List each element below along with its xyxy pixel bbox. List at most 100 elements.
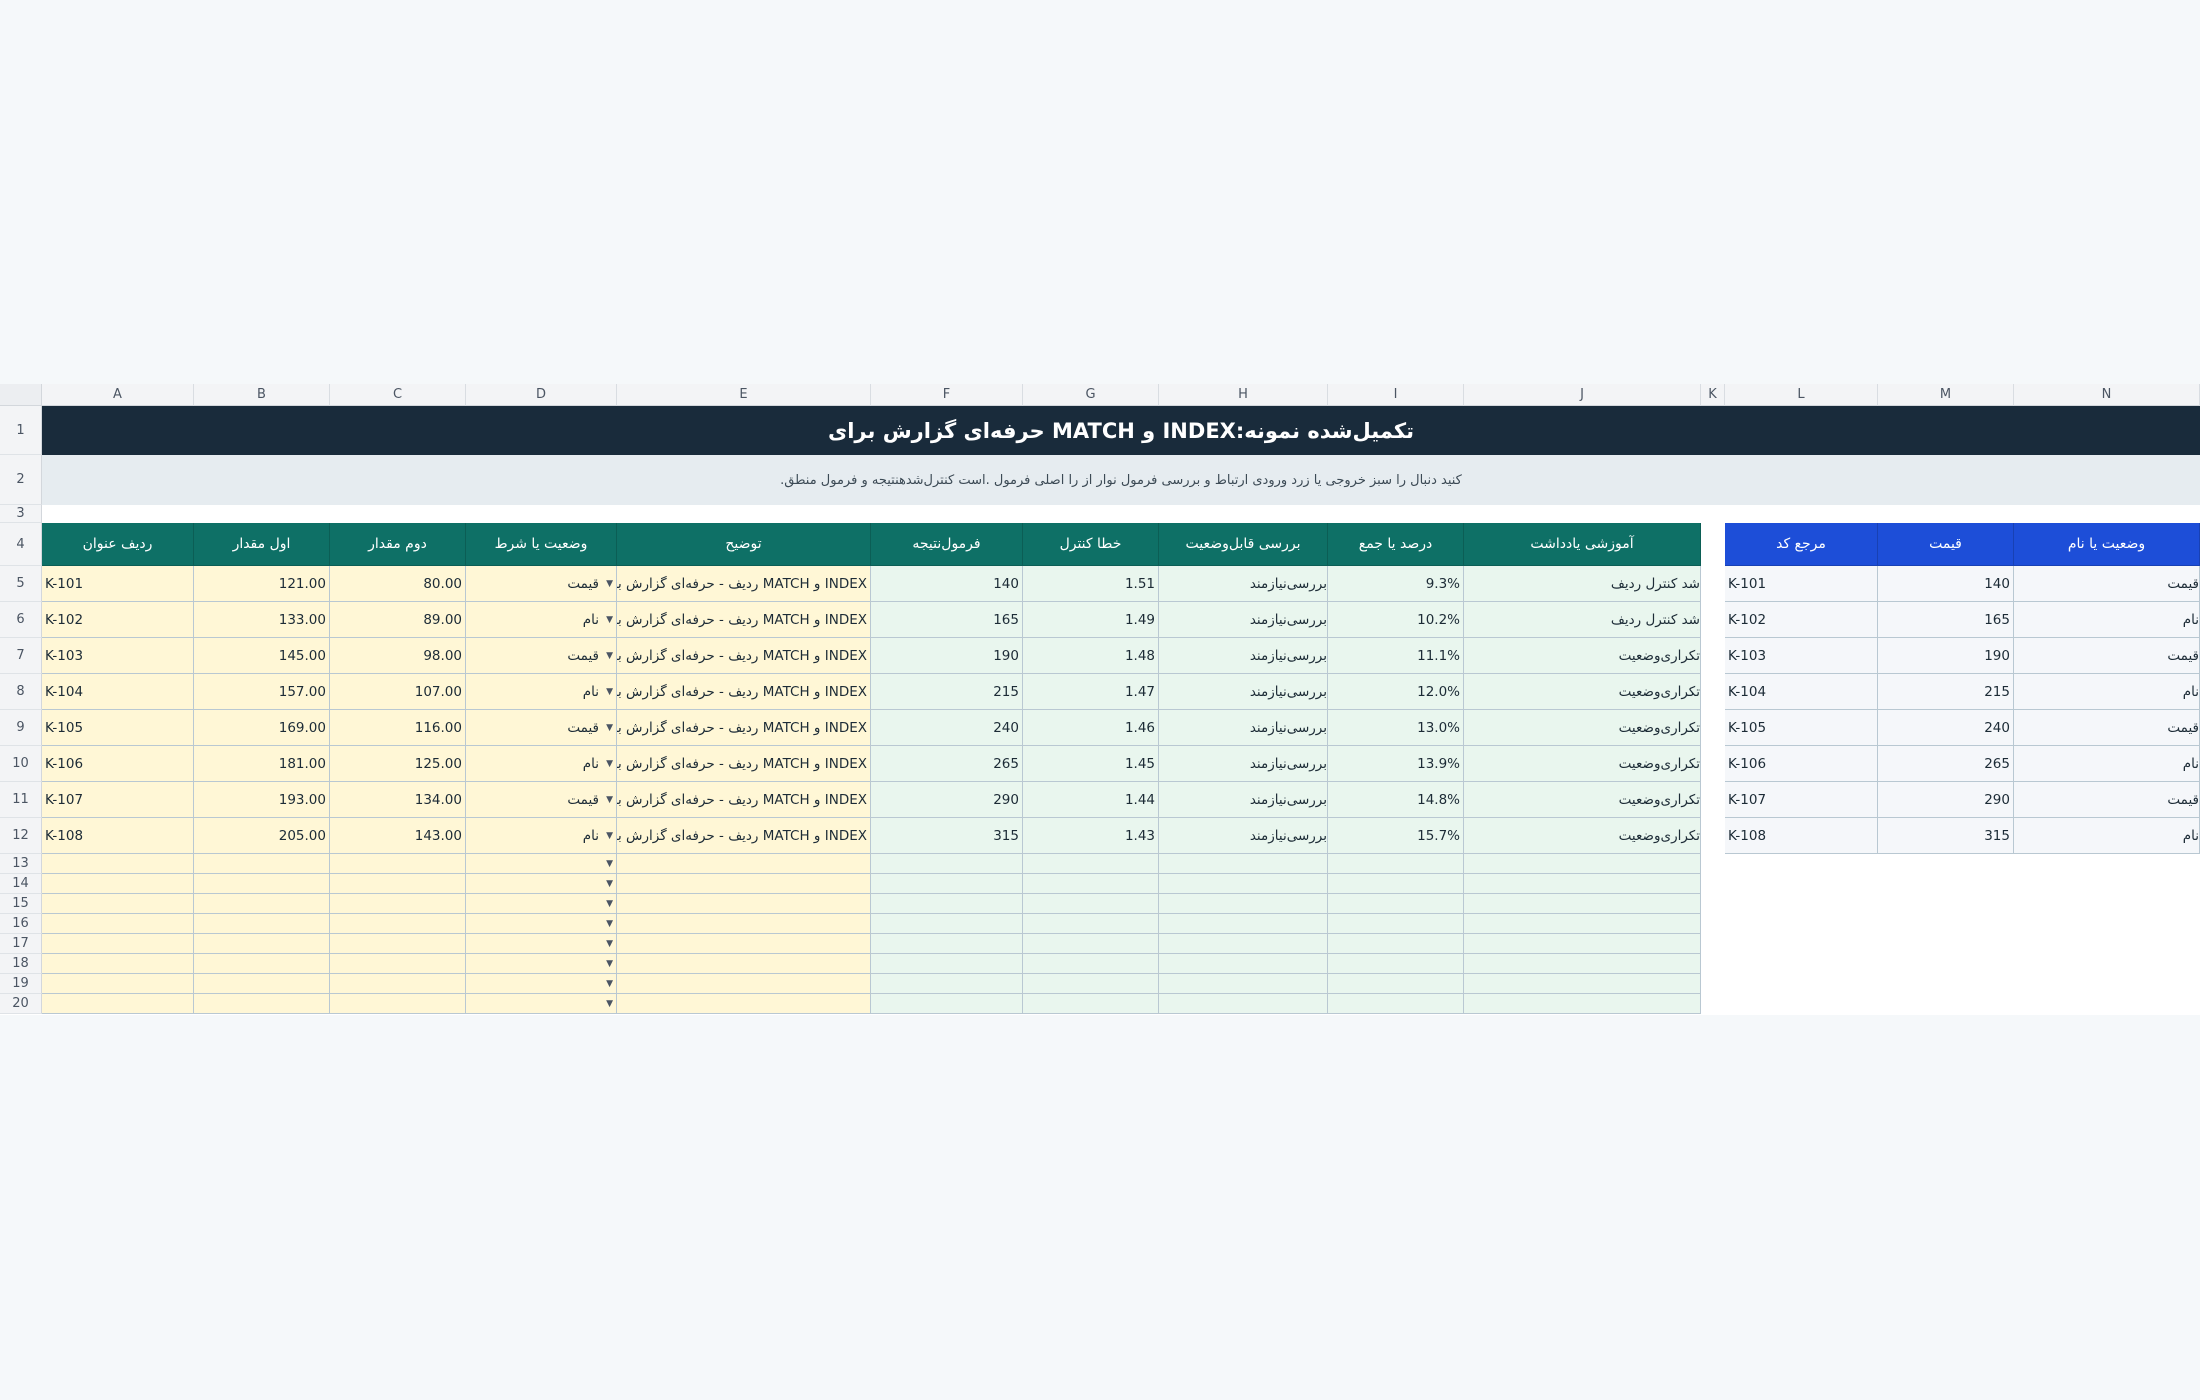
table-header[interactable]: آموزشی یادداشت	[1464, 523, 1701, 566]
empty-cell[interactable]	[42, 854, 194, 874]
empty-cell[interactable]	[617, 914, 871, 934]
empty-cell[interactable]	[1464, 894, 1701, 914]
control-cell[interactable]: 1.48	[1023, 638, 1159, 674]
empty-cell[interactable]	[42, 894, 194, 914]
empty-status-select[interactable]: ▼	[466, 994, 617, 1014]
check-cell[interactable]: بررسی‌نیازمند	[1159, 818, 1328, 854]
dropdown-arrow-icon[interactable]: ▼	[606, 919, 613, 929]
ref-price-cell[interactable]: 290	[1878, 782, 2014, 818]
description-cell[interactable]: 4 ردیف - حرفه‌ای گزارش برای MATCH و INDE…	[617, 674, 871, 710]
percent-cell[interactable]: 14.8%	[1328, 782, 1464, 818]
row-header-15[interactable]: 15	[0, 894, 42, 914]
empty-cell[interactable]	[1023, 974, 1159, 994]
column-header-m[interactable]: M	[1878, 384, 2014, 406]
empty-cell[interactable]	[1328, 854, 1464, 874]
column-header-j[interactable]: J	[1464, 384, 1701, 406]
row-header-10[interactable]: 10	[0, 746, 42, 782]
percent-cell[interactable]: 9.3%	[1328, 566, 1464, 602]
ref-price-cell[interactable]: 315	[1878, 818, 2014, 854]
empty-cell[interactable]	[1159, 914, 1328, 934]
empty-cell[interactable]	[1464, 994, 1701, 1014]
row-header-4[interactable]: 4	[0, 523, 42, 566]
sheet-subtitle[interactable]: .کنید دنبال را سبز خروجی یا زرد ورودی ار…	[42, 455, 2200, 505]
value1-cell[interactable]: 121.00	[194, 566, 330, 602]
empty-cell[interactable]	[1159, 934, 1328, 954]
value1-cell[interactable]: 193.00	[194, 782, 330, 818]
row-header-20[interactable]: 20	[0, 994, 42, 1014]
empty-cell[interactable]	[1464, 914, 1701, 934]
row-header-8[interactable]: 8	[0, 674, 42, 710]
empty-cell[interactable]	[617, 954, 871, 974]
row-header-7[interactable]: 7	[0, 638, 42, 674]
table-header[interactable]: اول مقدار	[194, 523, 330, 566]
value2-cell[interactable]: 98.00	[330, 638, 466, 674]
empty-cell[interactable]	[194, 954, 330, 974]
column-header-i[interactable]: I	[1328, 384, 1464, 406]
note-cell[interactable]: تکراری‌وضعیت	[1464, 674, 1701, 710]
note-cell[interactable]: تکراری‌وضعیت	[1464, 782, 1701, 818]
dropdown-arrow-icon[interactable]: ▼	[606, 899, 613, 909]
dropdown-arrow-icon[interactable]: ▼	[606, 939, 613, 949]
ref-code-cell[interactable]: K-107	[1725, 782, 1878, 818]
ref-table-header[interactable]: وضعیت یا نام	[2014, 523, 2200, 566]
empty-cell[interactable]	[1159, 994, 1328, 1014]
note-cell[interactable]: تکراری‌وضعیت	[1464, 818, 1701, 854]
empty-status-select[interactable]: ▼	[466, 974, 617, 994]
description-cell[interactable]: 8 ردیف - حرفه‌ای گزارش برای MATCH و INDE…	[617, 818, 871, 854]
status-select[interactable]: ▼ نام	[466, 602, 617, 638]
row-header-13[interactable]: 13	[0, 854, 42, 874]
empty-cell[interactable]	[617, 894, 871, 914]
value2-cell[interactable]: 80.00	[330, 566, 466, 602]
row-code-cell[interactable]: K-107	[42, 782, 194, 818]
description-cell[interactable]: 7 ردیف - حرفه‌ای گزارش برای MATCH و INDE…	[617, 782, 871, 818]
empty-cell[interactable]	[1023, 894, 1159, 914]
column-header-e[interactable]: E	[617, 384, 871, 406]
sheet-title[interactable]: حرفه‌ای گزارش برای MATCH و INDEX:تکمیل‌ش…	[42, 406, 2200, 455]
ref-code-cell[interactable]: K-101	[1725, 566, 1878, 602]
value1-cell[interactable]: 157.00	[194, 674, 330, 710]
value2-cell[interactable]: 116.00	[330, 710, 466, 746]
empty-cell[interactable]	[1464, 854, 1701, 874]
empty-cell[interactable]	[42, 934, 194, 954]
column-header-n[interactable]: N	[2014, 384, 2200, 406]
dropdown-arrow-icon[interactable]: ▼	[606, 831, 613, 841]
status-select[interactable]: ▼ نام	[466, 674, 617, 710]
table-header[interactable]: درصد یا جمع	[1328, 523, 1464, 566]
ref-price-cell[interactable]: 265	[1878, 746, 2014, 782]
empty-cell[interactable]	[42, 874, 194, 894]
row-header-2[interactable]: 2	[0, 455, 42, 505]
status-select[interactable]: ▼ نام	[466, 746, 617, 782]
empty-cell[interactable]	[617, 974, 871, 994]
dropdown-arrow-icon[interactable]: ▼	[606, 959, 613, 969]
select-all-corner[interactable]	[0, 384, 42, 406]
control-cell[interactable]: 1.44	[1023, 782, 1159, 818]
dropdown-arrow-icon[interactable]: ▼	[606, 759, 613, 769]
row-header-12[interactable]: 12	[0, 818, 42, 854]
result-cell[interactable]: 315	[871, 818, 1023, 854]
check-cell[interactable]: بررسی‌نیازمند	[1159, 746, 1328, 782]
row-code-cell[interactable]: K-106	[42, 746, 194, 782]
table-header[interactable]: وضعیت یا شرط	[466, 523, 617, 566]
status-select[interactable]: ▼ قیمت	[466, 710, 617, 746]
ref-code-cell[interactable]: K-102	[1725, 602, 1878, 638]
result-cell[interactable]: 265	[871, 746, 1023, 782]
result-cell[interactable]: 290	[871, 782, 1023, 818]
empty-status-select[interactable]: ▼	[466, 914, 617, 934]
value2-cell[interactable]: 89.00	[330, 602, 466, 638]
table-header[interactable]: خطا کنترل	[1023, 523, 1159, 566]
empty-status-select[interactable]: ▼	[466, 854, 617, 874]
empty-status-select[interactable]: ▼	[466, 954, 617, 974]
check-cell[interactable]: بررسی‌نیازمند	[1159, 566, 1328, 602]
control-cell[interactable]: 1.51	[1023, 566, 1159, 602]
value1-cell[interactable]: 133.00	[194, 602, 330, 638]
row-header-14[interactable]: 14	[0, 874, 42, 894]
dropdown-arrow-icon[interactable]: ▼	[606, 859, 613, 869]
result-cell[interactable]: 240	[871, 710, 1023, 746]
check-cell[interactable]: بررسی‌نیازمند	[1159, 638, 1328, 674]
empty-cell[interactable]	[1159, 894, 1328, 914]
description-cell[interactable]: 6 ردیف - حرفه‌ای گزارش برای MATCH و INDE…	[617, 746, 871, 782]
row-header-19[interactable]: 19	[0, 974, 42, 994]
status-select[interactable]: ▼ قیمت	[466, 566, 617, 602]
empty-cell[interactable]	[617, 994, 871, 1014]
value2-cell[interactable]: 134.00	[330, 782, 466, 818]
